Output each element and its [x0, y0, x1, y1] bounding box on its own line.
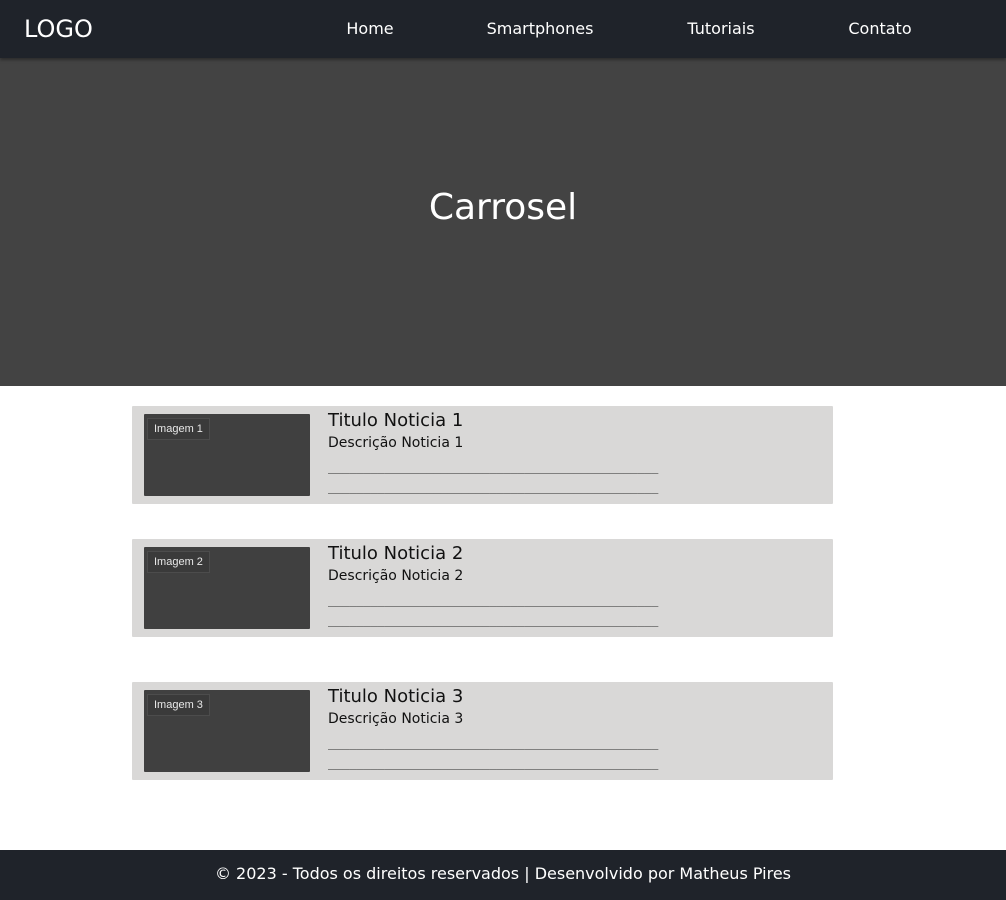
news-placeholder-line: ________________________________________… [328, 480, 659, 494]
nav-link-contato[interactable]: Contato [847, 19, 913, 39]
news-title[interactable]: Titulo Noticia 1 [328, 409, 463, 433]
news-image-label: Imagem 1 [147, 418, 210, 440]
news-placeholder-line: ________________________________________… [328, 460, 659, 474]
news-title[interactable]: Titulo Noticia 3 [328, 685, 463, 709]
news-description: Descrição Noticia 3 [328, 711, 464, 727]
news-card[interactable]: Imagem 1 Titulo Noticia 1 Descrição Noti… [132, 406, 833, 504]
footer-copyright: © 2023 - Todos os direitos reservados | … [214, 864, 792, 883]
news-card[interactable]: Imagem 3 Titulo Noticia 3 Descrição Noti… [132, 682, 833, 780]
news-placeholder-line: ________________________________________… [328, 613, 659, 627]
news-placeholder-line: ________________________________________… [328, 593, 659, 607]
nav-link-smartphones[interactable]: Smartphones [485, 19, 595, 39]
page-footer: © 2023 - Todos os direitos reservados | … [0, 850, 1006, 900]
news-card[interactable]: Imagem 2 Titulo Noticia 2 Descrição Noti… [132, 539, 833, 637]
site-logo[interactable]: LOGO [24, 14, 93, 44]
nav-link-home[interactable]: Home [345, 19, 395, 39]
nav-link-tutoriais[interactable]: Tutoriais [686, 19, 756, 39]
top-navbar: LOGO Home Smartphones Tutoriais Contato [0, 0, 1006, 58]
hero-carousel[interactable]: Carrosel [0, 58, 1006, 386]
news-description: Descrição Noticia 1 [328, 435, 464, 451]
news-placeholder-line: ________________________________________… [328, 756, 659, 770]
news-image[interactable]: Imagem 1 [144, 414, 310, 496]
news-image[interactable]: Imagem 2 [144, 547, 310, 629]
carousel-title: Carrosel [428, 187, 578, 228]
news-description: Descrição Noticia 2 [328, 568, 464, 584]
news-image-label: Imagem 3 [147, 694, 210, 716]
news-image[interactable]: Imagem 3 [144, 690, 310, 772]
news-placeholder-line: ________________________________________… [328, 736, 659, 750]
news-title[interactable]: Titulo Noticia 2 [328, 542, 463, 566]
news-image-label: Imagem 2 [147, 551, 210, 573]
